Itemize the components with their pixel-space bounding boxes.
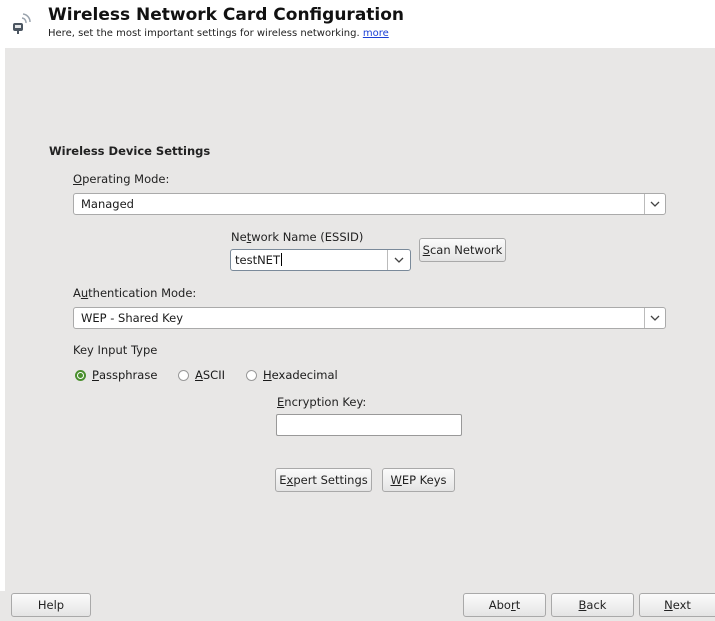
back-label: ack — [586, 598, 607, 612]
header: Wireless Network Card Configuration Here… — [0, 0, 715, 48]
authentication-mode-label: Authentication Mode: — [73, 286, 196, 300]
back-mnemonic: B — [578, 598, 587, 612]
hexadecimal-mnemonic: H — [263, 368, 272, 382]
key-input-type-label: Key Input Type — [73, 343, 158, 357]
text-cursor — [280, 253, 282, 266]
more-link[interactable]: more — [363, 28, 389, 39]
wep-keys-button[interactable]: W EP Keys — [382, 468, 455, 492]
encryption-key-label-text: ncryption Key: — [284, 395, 367, 409]
scan-network-button[interactable]: Scan Network — [419, 238, 506, 262]
operating-mode-mnemonic: O — [73, 172, 83, 186]
passphrase-mnemonic: P — [92, 368, 99, 382]
subtitle-text: Here, set the most important settings fo… — [48, 28, 360, 39]
operating-mode-select[interactable]: Managed — [73, 193, 666, 215]
chevron-down-icon — [644, 308, 665, 328]
radio-ascii[interactable]: A SCII — [178, 368, 225, 382]
ascii-label: SCII — [202, 368, 225, 382]
authentication-mode-label-post: thentication Mode: — [88, 286, 197, 300]
back-button[interactable]: Back — [551, 593, 634, 617]
page-subtitle: Here, set the most important settings fo… — [48, 28, 389, 39]
abort-label-post: t — [515, 598, 521, 612]
abort-button[interactable]: Abo r t — [463, 593, 546, 617]
radio-hexadecimal[interactable]: Hexadecimal — [246, 368, 338, 382]
encryption-key-label: Encryption Key: — [277, 395, 366, 409]
radio-selected-icon[interactable] — [75, 369, 86, 381]
scan-network-label: can Network — [429, 243, 503, 257]
chevron-down-icon[interactable] — [387, 250, 410, 270]
chevron-down-icon — [644, 194, 665, 214]
section-title: Wireless Device Settings — [49, 144, 211, 158]
expert-settings-label-post: pert Settings — [293, 473, 368, 487]
network-name-label: Network Name (ESSID) — [231, 230, 363, 244]
authentication-mode-select[interactable]: WEP - Shared Key — [73, 307, 666, 329]
passphrase-label: assphrase — [98, 368, 158, 382]
expert-settings-mnemonic: x — [286, 473, 294, 487]
authentication-mode-value: WEP - Shared Key — [81, 311, 184, 325]
network-name-combo[interactable]: testNET — [230, 249, 411, 271]
expert-settings-label-pre: E — [279, 473, 287, 487]
help-button[interactable]: Help — [11, 593, 91, 617]
authentication-mode-label-pre: A — [73, 286, 81, 300]
radio-passphrase[interactable]: Passphrase — [75, 368, 157, 382]
next-button[interactable]: Next — [639, 593, 715, 617]
operating-mode-label: Operating Mode: — [73, 172, 169, 186]
page-title: Wireless Network Card Configuration — [48, 5, 405, 25]
expert-settings-button[interactable]: Ex pert Settings — [275, 468, 372, 492]
radio-unselected-icon[interactable] — [246, 369, 257, 381]
wep-keys-mnemonic: W — [390, 473, 402, 487]
ascii-mnemonic: A — [195, 368, 203, 382]
hexadecimal-label: exadecimal — [271, 368, 338, 382]
radio-unselected-icon[interactable] — [178, 369, 189, 381]
abort-label-pre: Abo — [488, 598, 511, 612]
wireless-network-icon — [13, 13, 31, 34]
encryption-key-input[interactable] — [276, 414, 462, 436]
next-label: ext — [672, 598, 691, 612]
operating-mode-label-text: perating Mode: — [82, 172, 170, 186]
operating-mode-value: Managed — [81, 197, 134, 211]
wep-keys-label: EP Keys — [401, 473, 447, 487]
network-name-value[interactable]: testNET — [235, 253, 280, 267]
scan-network-mnemonic: S — [422, 243, 430, 257]
next-mnemonic: N — [664, 598, 673, 612]
network-name-label-pre: Ne — [231, 230, 247, 244]
network-name-label-post: work Name (ESSID) — [251, 230, 364, 244]
